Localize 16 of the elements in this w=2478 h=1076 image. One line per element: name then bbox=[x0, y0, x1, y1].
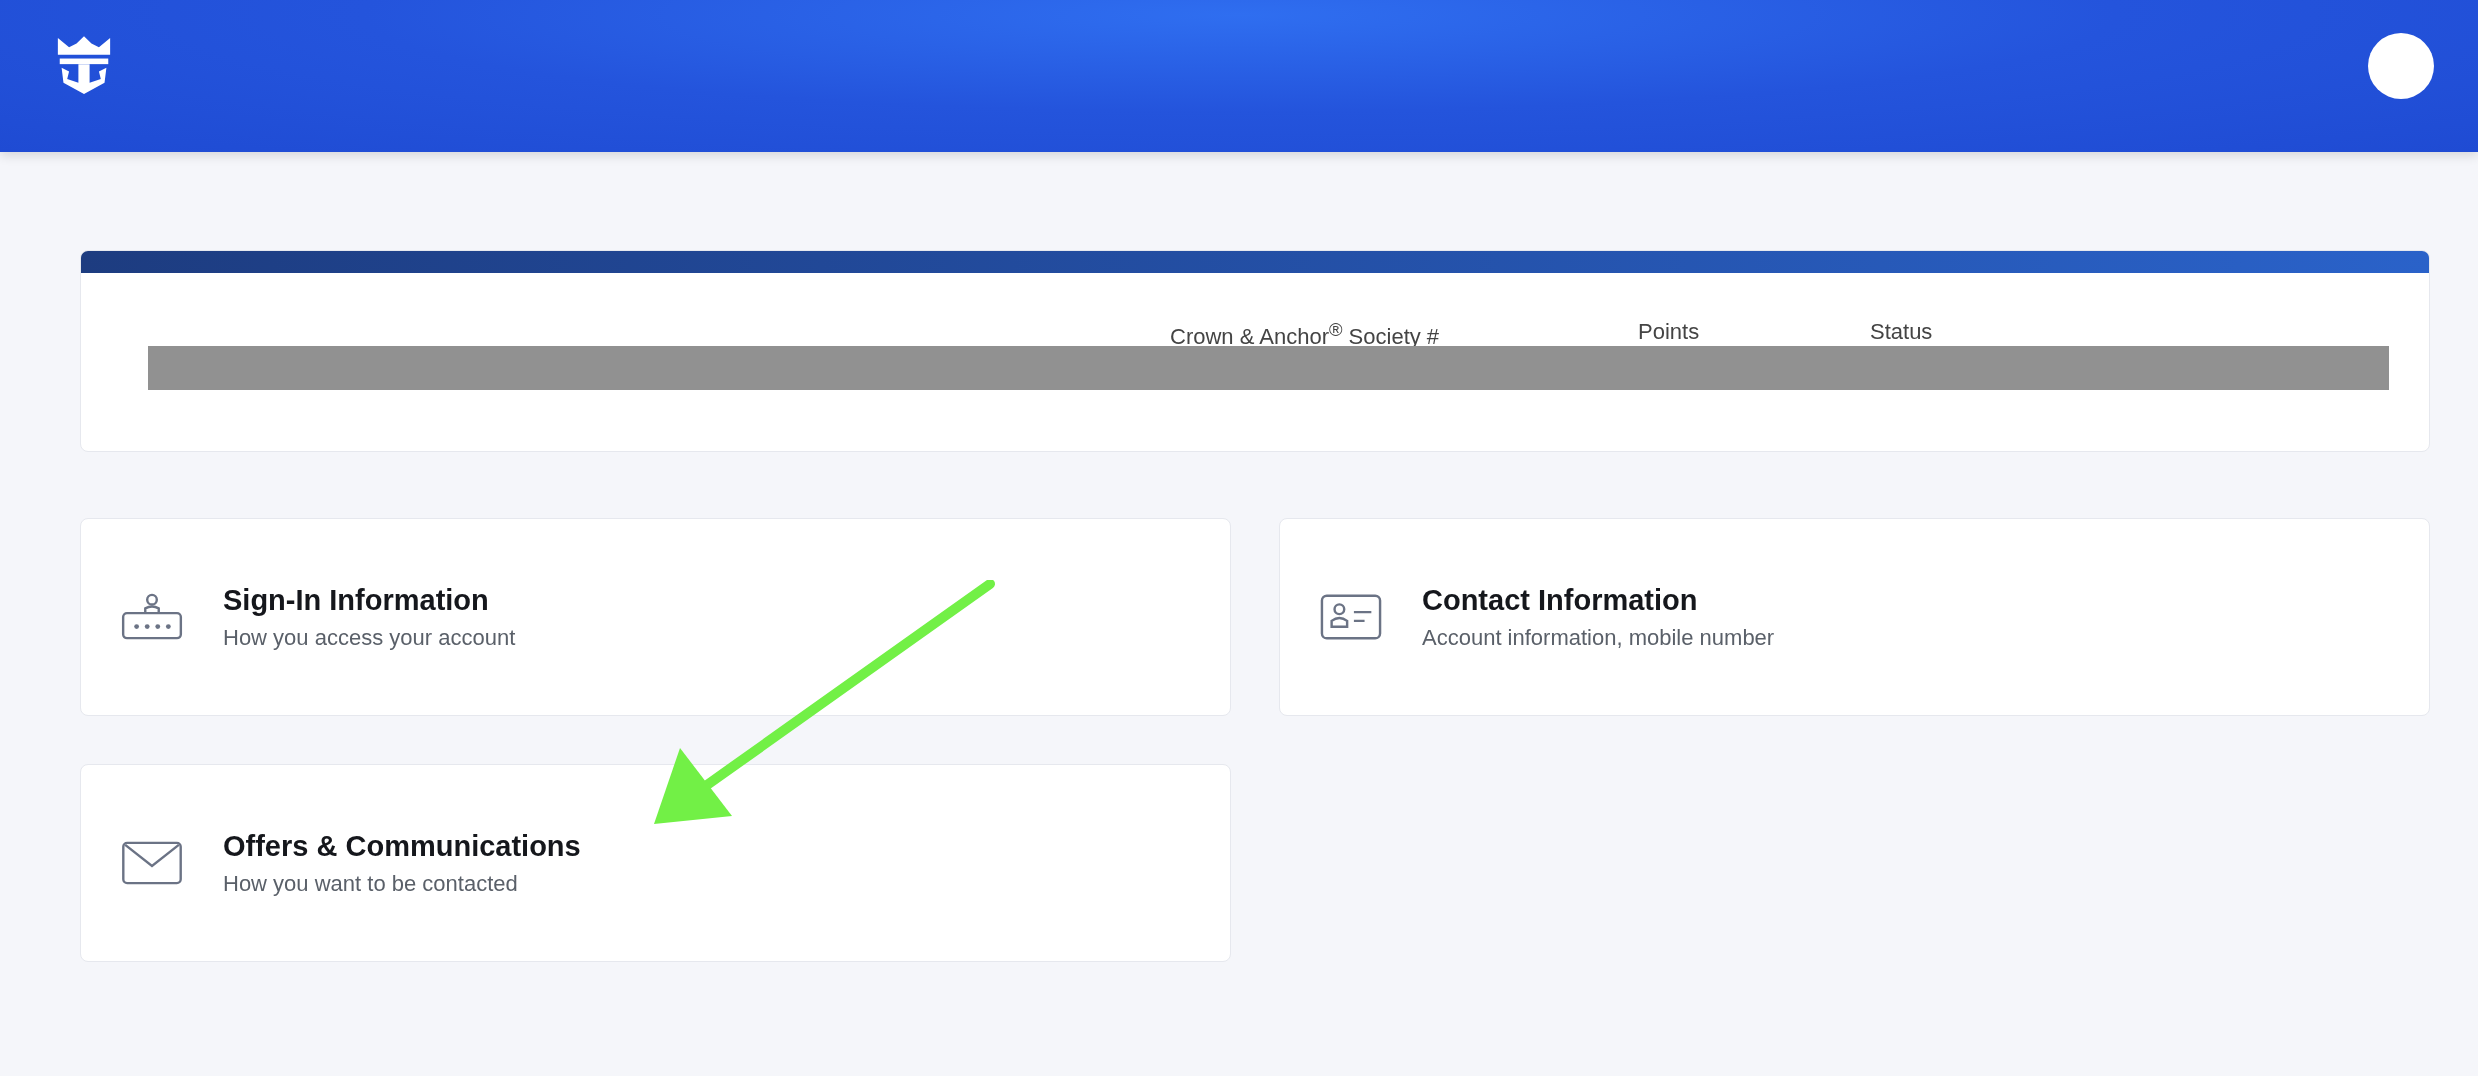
settings-card[interactable]: Offers & Communications How you want to be contacted bbox=[80, 764, 1231, 962]
settings-card[interactable]: Contact Information Account information, mobile number bbox=[1279, 518, 2430, 716]
sign-in-icon bbox=[121, 592, 183, 642]
field-label: Crown & Anchor$^{®}$ Society # bbox=[1170, 319, 1441, 351]
logo-icon bbox=[56, 36, 112, 96]
mail-icon bbox=[121, 841, 183, 885]
card-title: Sign-In Information bbox=[223, 583, 490, 617]
field-label: Status bbox=[1870, 319, 1933, 346]
card-subtitle: Account information, mobile number bbox=[1422, 624, 1775, 651]
card-subtitle: How you access your account bbox=[223, 624, 516, 651]
settings-card[interactable]: Sign-In Information How you access your account bbox=[80, 518, 1231, 716]
card-title: Offers & Communications bbox=[223, 829, 581, 863]
card-title: Contact Information bbox=[1422, 583, 1699, 617]
id-card-icon bbox=[1320, 593, 1382, 641]
field-label: Points bbox=[1638, 319, 1701, 346]
card-subtitle: How you want to be contacted bbox=[223, 870, 519, 897]
